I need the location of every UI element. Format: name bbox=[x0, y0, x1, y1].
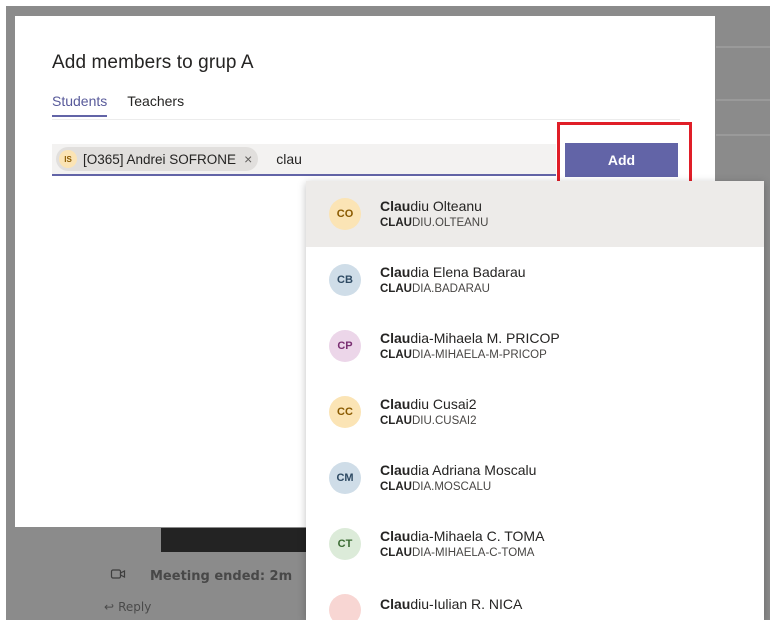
suggestion-text: Claudiu Cusai2 CLAUDIU.CUSAI2 bbox=[380, 396, 477, 429]
suggestion-text: Claudia Adriana Moscalu CLAUDIA.MOSCALU bbox=[380, 462, 536, 495]
suggestion-item[interactable]: Claudiu-Iulian R. NICA bbox=[306, 577, 764, 620]
tabs-divider bbox=[52, 119, 680, 120]
suggestion-item[interactable]: CC Claudiu Cusai2 CLAUDIU.CUSAI2 bbox=[306, 379, 764, 445]
suggestion-name-match: Clau bbox=[380, 595, 411, 612]
suggestion-username-rest: DIA-MIHAELA-M-PRICOP bbox=[411, 348, 547, 361]
suggestion-avatar: CB bbox=[329, 264, 361, 296]
suggestion-name: Claudia-Mihaela M. PRICOP bbox=[380, 330, 560, 347]
suggestion-name-rest: diu-Iulian R. NICA bbox=[410, 595, 523, 612]
suggestion-username: CLAUDIA-MIHAELA-M-PRICOP bbox=[380, 347, 560, 363]
people-picker-input[interactable]: IS [O365] Andrei SOFRONE × clau bbox=[52, 144, 556, 176]
suggestion-name: Claudia Adriana Moscalu bbox=[380, 462, 536, 479]
meeting-icon bbox=[110, 566, 126, 586]
tab-students[interactable]: Students bbox=[52, 93, 108, 117]
suggestion-username: CLAUDIA.BADARAU bbox=[380, 281, 526, 297]
suggestion-avatar bbox=[329, 594, 361, 620]
suggestion-username-rest: DIA-MIHAELA-C-TOMA bbox=[411, 546, 535, 559]
suggestion-name-rest: diu Olteanu bbox=[410, 197, 482, 214]
suggestion-username-rest: DIU.OLTEANU bbox=[411, 216, 489, 229]
suggestion-name-rest: dia-Mihaela M. PRICOP bbox=[410, 329, 560, 346]
suggestions-dropdown: CO Claudiu Olteanu CLAUDIU.OLTEANU CB Claudi… bbox=[306, 181, 764, 620]
suggestion-name-rest: dia Elena Badarau bbox=[410, 263, 526, 280]
suggestion-username-match: CLAU bbox=[380, 282, 412, 295]
suggestion-name-rest: diu Cusai2 bbox=[410, 395, 477, 412]
suggestion-username-rest: DIU.CUSAI2 bbox=[411, 414, 477, 427]
suggestion-name: Claudiu Cusai2 bbox=[380, 396, 477, 413]
suggestion-name-rest: dia-Mihaela C. TOMA bbox=[410, 527, 545, 544]
suggestion-avatar: CM bbox=[329, 462, 361, 494]
suggestion-text: Claudiu-Iulian R. NICA bbox=[380, 596, 522, 613]
reply-arrow-icon: ↩ bbox=[104, 600, 115, 614]
suggestion-item[interactable]: CO Claudiu Olteanu CLAUDIU.OLTEANU bbox=[306, 181, 764, 247]
suggestion-item[interactable]: CM Claudia Adriana Moscalu CLAUDIA.MOSCALU bbox=[306, 445, 764, 511]
suggestion-avatar: CP bbox=[329, 330, 361, 362]
reply-label: Reply bbox=[118, 600, 152, 614]
dialog-title: Add members to grup A bbox=[52, 52, 254, 73]
suggestion-username-match: CLAU bbox=[380, 348, 412, 361]
annotation-highlight-box bbox=[557, 122, 692, 190]
remove-chip-icon[interactable]: × bbox=[244, 151, 252, 167]
suggestion-item[interactable]: CT Claudia-Mihaela C. TOMA CLAUDIA-MIHAELA… bbox=[306, 511, 764, 577]
suggestion-text: Claudia Elena Badarau CLAUDIA.BADARAU bbox=[380, 264, 526, 297]
suggestion-name: Claudiu Olteanu bbox=[380, 198, 488, 215]
chip-label: [O365] Andrei SOFRONE bbox=[83, 151, 237, 167]
suggestion-username: CLAUDIU.CUSAI2 bbox=[380, 413, 477, 429]
suggestion-username-match: CLAU bbox=[380, 414, 412, 427]
suggestion-name-match: Clau bbox=[380, 395, 411, 412]
suggestion-avatar: CT bbox=[329, 528, 361, 560]
meeting-ended-row: Meeting ended: 2m bbox=[110, 566, 292, 586]
suggestion-text: Claudia-Mihaela M. PRICOP CLAUDIA-MIHAELA… bbox=[380, 330, 560, 363]
background-divider bbox=[716, 134, 770, 136]
suggestion-name-match: Clau bbox=[380, 263, 411, 280]
suggestion-avatar: CC bbox=[329, 396, 361, 428]
suggestion-name: Claudia Elena Badarau bbox=[380, 264, 526, 281]
suggestion-username-match: CLAU bbox=[380, 216, 412, 229]
suggestion-avatar: CO bbox=[329, 198, 361, 230]
background-divider bbox=[716, 46, 770, 48]
search-query-text[interactable]: clau bbox=[276, 151, 302, 167]
suggestion-item[interactable]: CB Claudia Elena Badarau CLAUDIA.BADARAU bbox=[306, 247, 764, 313]
suggestion-username-match: CLAU bbox=[380, 546, 412, 559]
suggestion-text: Claudia-Mihaela C. TOMA CLAUDIA-MIHAELA-C… bbox=[380, 528, 544, 561]
suggestion-username-match: CLAU bbox=[380, 480, 412, 493]
meeting-ended-text: Meeting ended: 2m bbox=[150, 568, 293, 584]
suggestion-username-rest: DIA.MOSCALU bbox=[411, 480, 492, 493]
suggestion-username-rest: DIA.BADARAU bbox=[411, 282, 490, 295]
selected-person-chip: IS [O365] Andrei SOFRONE × bbox=[56, 147, 259, 171]
background-divider bbox=[716, 99, 770, 101]
meeting-thumbnail bbox=[161, 528, 316, 552]
role-tabs: Students Teachers bbox=[52, 93, 184, 117]
suggestion-text: Claudiu Olteanu CLAUDIU.OLTEANU bbox=[380, 198, 488, 231]
chip-avatar: IS bbox=[59, 150, 77, 168]
suggestion-username: CLAUDIA-MIHAELA-C-TOMA bbox=[380, 545, 544, 561]
suggestion-username: CLAUDIU.OLTEANU bbox=[380, 215, 488, 231]
suggestion-name-match: Clau bbox=[380, 461, 411, 478]
tab-teachers[interactable]: Teachers bbox=[127, 93, 184, 117]
suggestion-name: Claudia-Mihaela C. TOMA bbox=[380, 528, 544, 545]
suggestion-name-match: Clau bbox=[380, 527, 411, 544]
reply-link[interactable]: ↩ Reply bbox=[104, 600, 151, 614]
suggestion-item[interactable]: CP Claudia-Mihaela M. PRICOP CLAUDIA-MIHAE… bbox=[306, 313, 764, 379]
suggestion-name-match: Clau bbox=[380, 329, 411, 346]
suggestion-username: CLAUDIA.MOSCALU bbox=[380, 479, 536, 495]
suggestion-name-match: Clau bbox=[380, 197, 411, 214]
suggestion-name: Claudiu-Iulian R. NICA bbox=[380, 596, 522, 613]
suggestion-name-rest: dia Adriana Moscalu bbox=[410, 461, 537, 478]
